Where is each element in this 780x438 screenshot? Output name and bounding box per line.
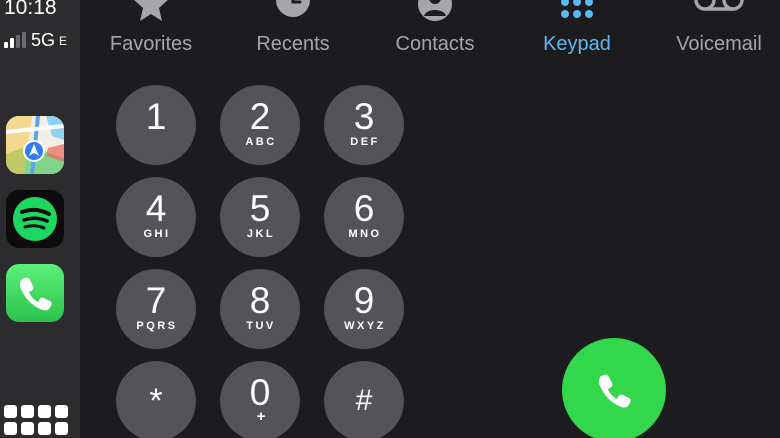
key-digit: 9 (353, 280, 375, 321)
keypad-icon (561, 0, 593, 18)
phone-app-icon[interactable] (6, 264, 64, 322)
call-button[interactable] (562, 338, 666, 438)
status-time: 10:18 (4, 0, 57, 19)
phone-icon (598, 374, 631, 408)
maps-icon (6, 116, 64, 174)
key-digit: 3 (353, 96, 375, 137)
key-star[interactable]: * (116, 361, 196, 438)
tab-voicemail[interactable]: Voicemail (664, 0, 774, 60)
maps-app-icon[interactable] (6, 116, 64, 174)
key-letters: WXYZ (344, 320, 386, 332)
clock-icon (276, 0, 310, 17)
tab-label: Contacts (395, 33, 475, 55)
key-letters: GHI (143, 228, 171, 240)
key-pound[interactable]: # (324, 361, 404, 438)
key-0[interactable]: 0 + (220, 361, 300, 438)
voicemail-icon (694, 0, 744, 11)
key-letters: + (256, 408, 266, 425)
network-suffix: E (59, 34, 68, 48)
tab-label: Keypad (543, 33, 611, 55)
key-digit: 4 (145, 188, 167, 229)
key-digit: 0 (249, 372, 271, 413)
key-9[interactable]: 9 WXYZ (324, 269, 404, 349)
key-letters: TUV (246, 320, 276, 332)
key-digit: 5 (249, 188, 271, 229)
key-digit: 8 (249, 280, 271, 321)
key-digit: # (355, 384, 373, 417)
key-digit: 1 (145, 96, 167, 137)
carplay-sidebar: 10:18 5G E (0, 0, 80, 438)
key-4[interactable]: 4 GHI (116, 177, 196, 257)
tab-label: Voicemail (676, 33, 762, 55)
key-digit: 2 (249, 96, 271, 137)
key-letters: DEF (350, 136, 380, 148)
star-icon (134, 0, 168, 21)
key-digit: 6 (353, 188, 375, 229)
key-letters: PQRS (136, 320, 178, 332)
key-1[interactable]: 1 (116, 85, 196, 165)
key-3[interactable]: 3 DEF (324, 85, 404, 165)
app-grid-icon[interactable] (4, 405, 68, 435)
spotify-app-icon[interactable] (6, 190, 64, 248)
key-letters: MNO (348, 228, 382, 240)
key-digit: * (149, 382, 163, 420)
person-icon (418, 0, 452, 21)
key-2[interactable]: 2 ABC (220, 85, 300, 165)
tab-keypad[interactable]: Keypad (533, 0, 621, 60)
key-letters: JKL (246, 228, 276, 240)
key-letters: ABC (245, 136, 277, 148)
key-7[interactable]: 7 PQRS (116, 269, 196, 349)
spotify-icon (13, 197, 57, 241)
network-type: 5G (31, 30, 56, 50)
tab-label: Favorites (109, 33, 193, 55)
status-bar: 5G E (4, 30, 68, 50)
key-8[interactable]: 8 TUV (220, 269, 300, 349)
phone-icon (19, 277, 52, 311)
tab-label: Recents (256, 33, 330, 55)
signal-strength-icon (4, 32, 26, 48)
tab-recents[interactable]: Recents (246, 0, 340, 60)
key-digit: 7 (145, 280, 167, 321)
key-5[interactable]: 5 JKL (220, 177, 300, 257)
tab-contacts[interactable]: Contacts (384, 0, 486, 60)
tab-favorites[interactable]: Favorites (100, 0, 202, 60)
key-6[interactable]: 6 MNO (324, 177, 404, 257)
